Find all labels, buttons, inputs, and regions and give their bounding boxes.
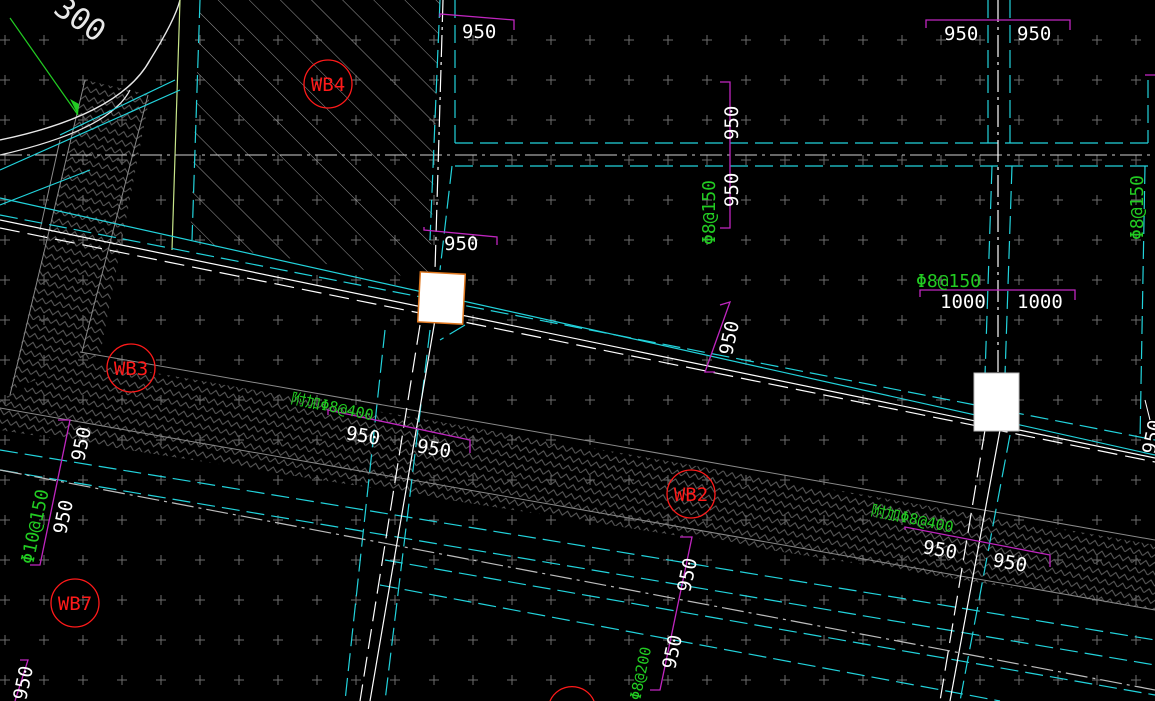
dim-950-vert-a: 950 <box>721 106 743 140</box>
rebar-phi8-150-top: Φ8@150 <box>916 271 981 292</box>
wb4-hatch-region <box>190 0 440 280</box>
cad-drawing-canvas[interactable]: WB4 WB3 WB2 WB7 300 950 950 950 950 950 … <box>0 0 1155 701</box>
rebar-phi8-150-right: Φ8@150 <box>1127 175 1148 240</box>
slab-wb4-label: WB4 <box>311 74 345 96</box>
dim-1000-b: 1000 <box>1017 291 1063 313</box>
dim-950-top-b: 950 <box>944 23 978 45</box>
dim-950-vert-b: 950 <box>721 173 743 207</box>
slab-wb2-label: WB2 <box>674 484 708 506</box>
rebar-phi8-150-left: Φ8@150 <box>699 180 720 245</box>
dim-1000-a: 1000 <box>940 291 986 313</box>
dim-950-top-a: 950 <box>462 21 496 43</box>
column-right[interactable] <box>973 372 1020 432</box>
slab-wb7-label: WB7 <box>58 593 92 615</box>
dim-950-top-c: 950 <box>1017 23 1051 45</box>
dim-950-mid: 950 <box>444 233 478 255</box>
slab-wb3-label: WB3 <box>114 358 148 380</box>
column-left[interactable] <box>416 271 467 325</box>
